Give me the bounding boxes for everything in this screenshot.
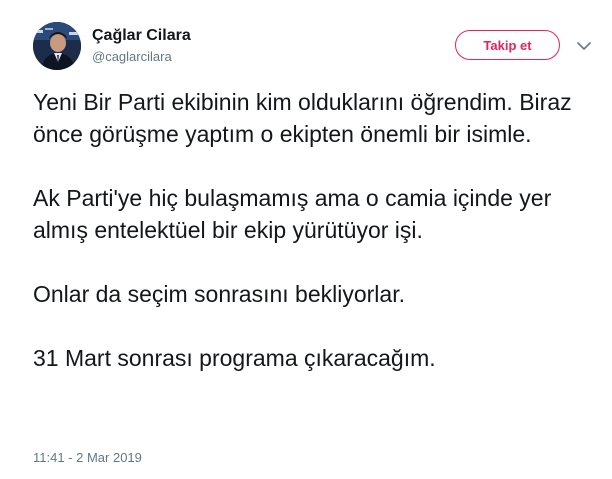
- chevron-down-icon: [577, 41, 591, 50]
- tweet-card: Çağlar Cilara @caglarcilara Takip et Yen…: [0, 0, 612, 479]
- tweet-timestamp[interactable]: 11:41 - 2 Mar 2019: [33, 449, 142, 467]
- author-handle[interactable]: @caglarcilara: [92, 48, 172, 66]
- tweet-paragraph: 31 Mart sonrası programa çıkaracağım.: [33, 345, 436, 371]
- follow-button[interactable]: Takip et: [455, 30, 560, 60]
- avatar[interactable]: [33, 22, 81, 70]
- avatar-photo-icon: [33, 22, 81, 70]
- tweet-menu-button[interactable]: [574, 36, 594, 56]
- tweet-paragraph: Ak Parti'ye hiç bulaşmamış ama o camia i…: [33, 185, 552, 243]
- tweet-paragraph: Onlar da seçim sonrasını bekliyorlar.: [33, 281, 405, 307]
- author-name[interactable]: Çağlar Cilara: [92, 26, 191, 46]
- tweet-paragraph: Yeni Bir Parti ekibinin kim olduklarını …: [33, 89, 572, 147]
- tweet-text: Yeni Bir Parti ekibinin kim olduklarını …: [33, 86, 593, 374]
